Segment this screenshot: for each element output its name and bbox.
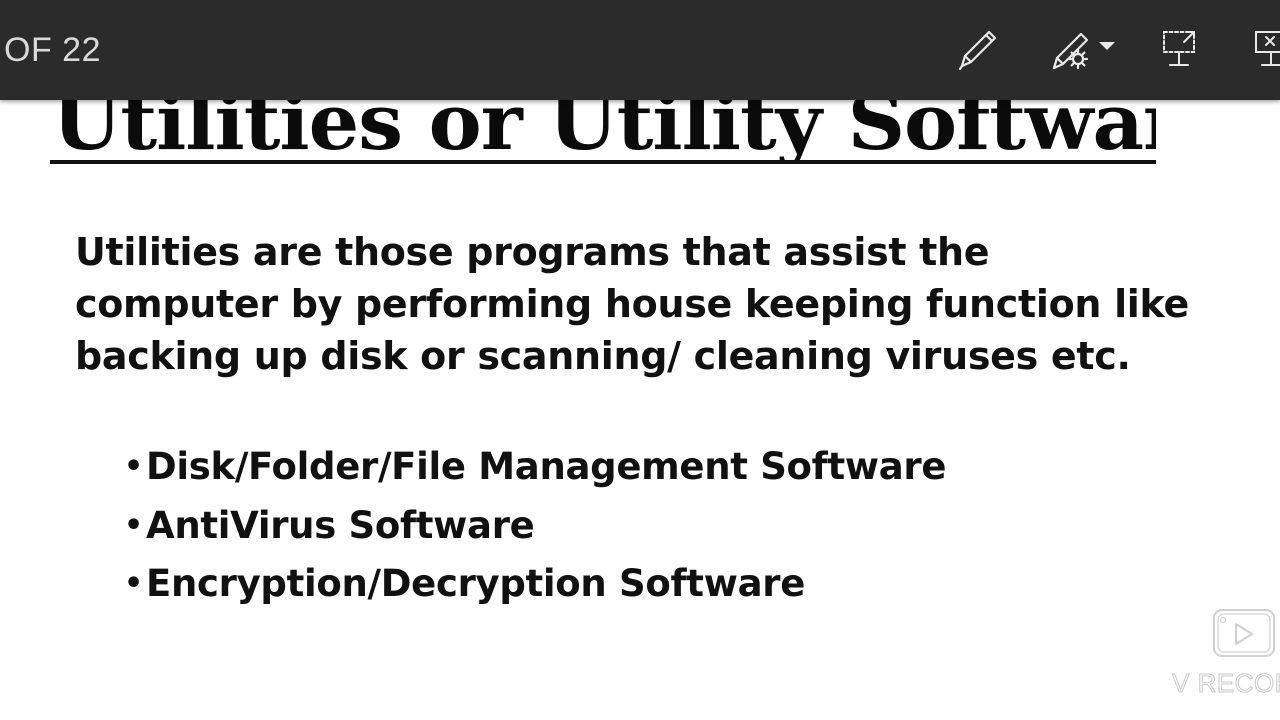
bullet-item: • Disk/Folder/File Management Software: [124, 443, 946, 502]
bullet-text: AntiVirus Software: [146, 503, 535, 547]
laser-pen-settings-icon[interactable]: [1050, 26, 1096, 74]
bullet-list: • Disk/Folder/File Management Software • A…: [124, 443, 946, 619]
bullet-text: Encryption/Decryption Software: [146, 562, 805, 605]
bullet-dot: •: [124, 507, 143, 543]
close-presentation-icon[interactable]: [1252, 28, 1280, 76]
watermark-text: V RECOR: [1172, 668, 1280, 699]
presentation-screen-icon[interactable]: [1160, 28, 1200, 76]
slide: Utilities or Utility Software Utilities …: [0, 0, 1280, 720]
bullet-dot: •: [124, 566, 143, 601]
bullet-item: • Encryption/Decryption Software: [124, 560, 946, 619]
slide-paragraph: Utilities are those programs that assist…: [75, 230, 1189, 378]
bullet-dot: •: [124, 449, 143, 484]
bullet-text: Disk/Folder/File Management Software: [146, 445, 947, 488]
slide-counter: OF 22: [4, 31, 101, 69]
caret-down-icon[interactable]: [1098, 40, 1116, 88]
presentation-toolbar: OF 22: [0, 0, 1280, 100]
screen: Utilities or Utility Software Utilities …: [0, 0, 1280, 720]
bullet-item: • AntiVirus Software: [124, 502, 946, 561]
play-video-icon: [1213, 609, 1275, 657]
pen-icon[interactable]: [956, 26, 1000, 74]
